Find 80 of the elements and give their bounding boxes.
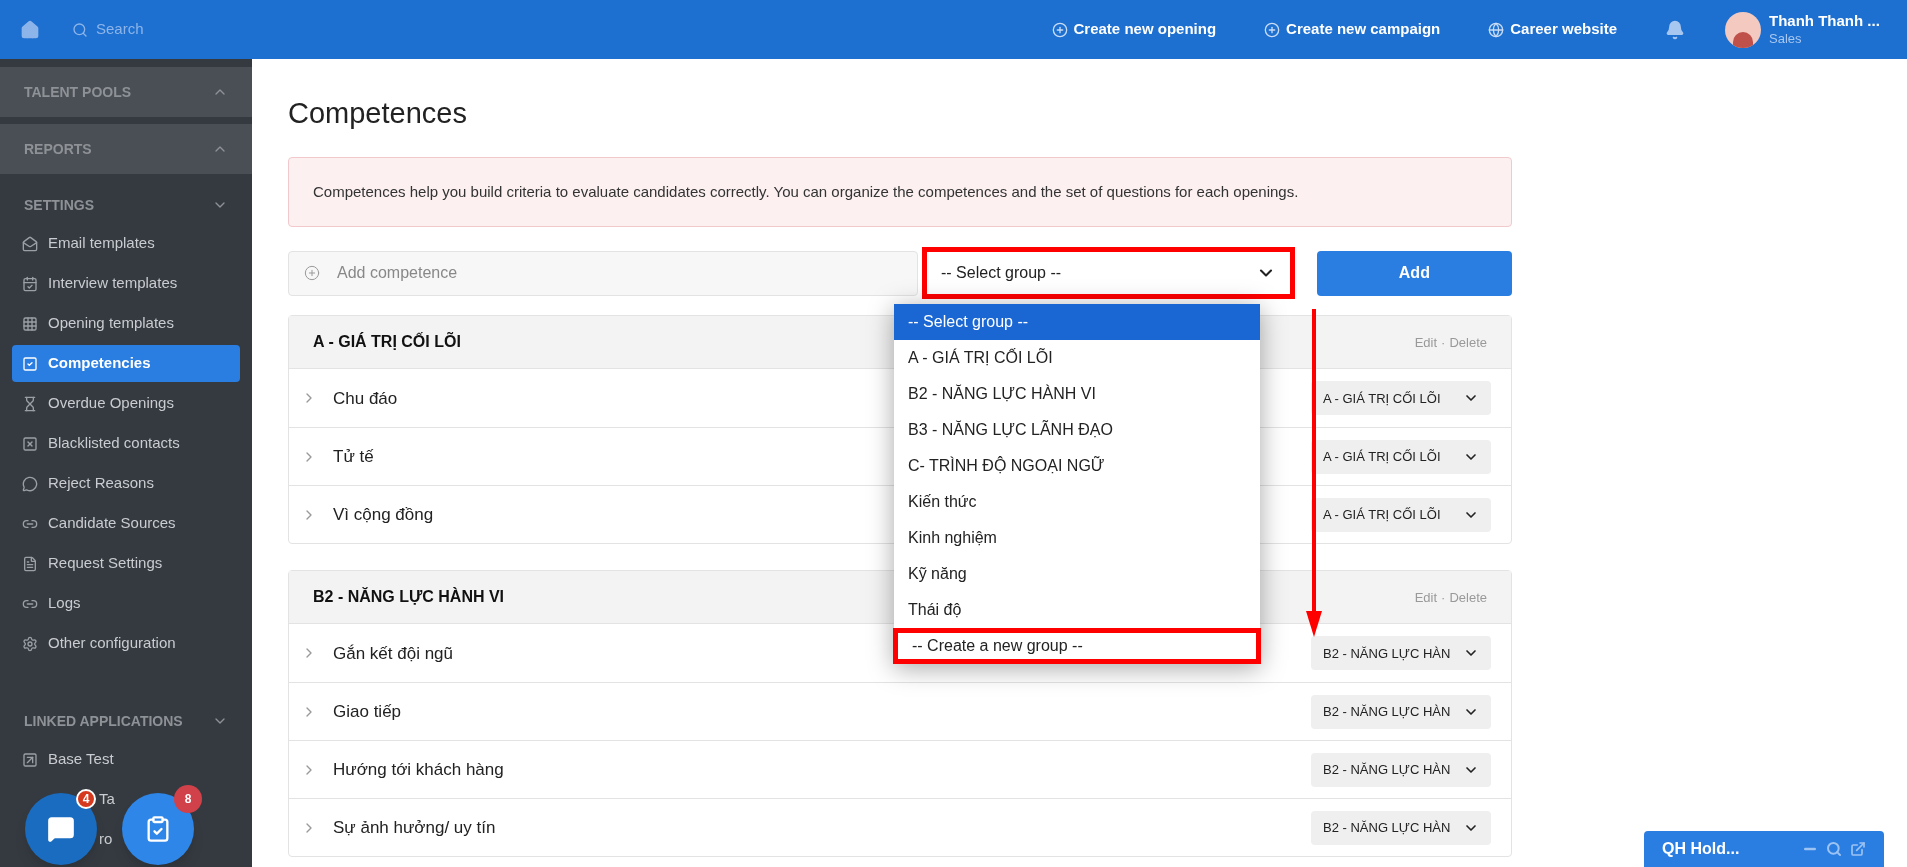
sidebar-item[interactable]: Candidate Sources bbox=[12, 505, 240, 542]
group-title: B2 - NĂNG LỰC HÀNH VI bbox=[313, 586, 505, 608]
header-link[interactable]: Create new opening bbox=[1051, 18, 1217, 41]
header-link[interactable]: Create new campaign bbox=[1264, 18, 1441, 41]
sidebar-item-icon bbox=[22, 475, 38, 492]
sidebar-item[interactable]: Base Test bbox=[12, 741, 240, 778]
competence-name: Hướng tới khách hàng bbox=[333, 759, 504, 781]
chat-window-title: QH Hold... bbox=[1662, 839, 1741, 859]
competence-name: Gắn kết đội ngũ bbox=[333, 642, 454, 665]
globe-icon bbox=[1488, 21, 1505, 38]
plus-circle-icon bbox=[304, 264, 320, 281]
add-competence-field[interactable]: Add competence bbox=[288, 250, 918, 296]
sidebar-item-icon bbox=[22, 275, 38, 292]
separator-dot: · bbox=[1441, 589, 1446, 605]
group-select[interactable]: B2 - NĂNG LỰC HÀN bbox=[1311, 636, 1491, 671]
dropdown-option[interactable]: B2 - NĂNG LỰC HÀNH VI bbox=[894, 376, 1260, 412]
home-icon[interactable] bbox=[20, 19, 40, 40]
sidebar-item[interactable]: Overdue Openings bbox=[12, 385, 240, 422]
dropdown-option[interactable]: C- TRÌNH ĐỘ NGOẠI NGỮ bbox=[894, 448, 1260, 484]
sidebar-item-icon bbox=[22, 751, 38, 768]
sidebar-item[interactable]: Request Settings bbox=[12, 545, 240, 582]
group-select[interactable]: B2 - NĂNG LỰC HÀN bbox=[1311, 752, 1491, 787]
group-select[interactable]: B2 - NĂNG LỰC HÀN bbox=[1311, 694, 1491, 729]
group-title: A - GIÁ TRỊ CỐI LÕI bbox=[313, 331, 461, 353]
search-icon bbox=[72, 21, 88, 38]
sidebar-item[interactable]: Ta bbox=[99, 788, 115, 811]
separator-dot: · bbox=[1441, 334, 1446, 350]
dropdown-option[interactable]: Kỹ năng bbox=[894, 556, 1260, 592]
group-select[interactable]: A - GIÁ TRỊ CỐI LÕI bbox=[1311, 381, 1491, 416]
plus-circle-icon bbox=[1051, 21, 1068, 38]
chat-window-bar[interactable]: QH Hold... bbox=[1644, 831, 1884, 867]
sidebar-item[interactable]: Opening templates bbox=[12, 305, 240, 342]
dropdown-option[interactable]: A - GIÁ TRỊ CỐI LÕI bbox=[894, 340, 1260, 376]
sidebar-item[interactable]: Interview templates bbox=[12, 265, 240, 302]
dropdown-option[interactable]: -- Create a new group -- bbox=[893, 628, 1261, 664]
dropdown-option[interactable]: B3 - NĂNG LỰC LÃNH ĐẠO bbox=[894, 412, 1260, 448]
user-role: Sales bbox=[1769, 30, 1803, 47]
sidebar-section-header[interactable]: SETTINGS bbox=[0, 185, 252, 225]
competence-name: Sự ảnh hưởng/ uy tín bbox=[333, 817, 496, 839]
competence-name: Giao tiếp bbox=[333, 701, 402, 723]
sidebar-item-icon bbox=[22, 235, 38, 252]
dropdown-option[interactable]: Kiến thức bbox=[894, 484, 1260, 520]
sidebar-item-icon bbox=[22, 555, 38, 572]
sidebar-section-header[interactable]: LINKED APPLICATIONS bbox=[0, 701, 252, 741]
bell-icon[interactable] bbox=[1665, 19, 1685, 40]
sidebar-item[interactable]: Blacklisted contacts bbox=[12, 425, 240, 462]
sidebar-item[interactable]: Other configuration bbox=[12, 625, 240, 662]
search-icon[interactable] bbox=[1826, 841, 1842, 857]
sidebar-item[interactable]: Reject Reasons bbox=[12, 465, 240, 502]
dropdown-option[interactable]: -- Select group -- bbox=[894, 304, 1260, 340]
sidebar-item-icon bbox=[22, 315, 38, 332]
sidebar-item[interactable]: ro bbox=[99, 828, 113, 851]
header-link[interactable]: Career website bbox=[1488, 18, 1617, 41]
sidebar-item-icon bbox=[22, 635, 38, 652]
group-dropdown[interactable]: -- Select group -- bbox=[922, 247, 1295, 300]
sidebar-item-icon bbox=[22, 355, 38, 372]
sidebar-item[interactable]: Email templates bbox=[12, 225, 240, 262]
competence-name: Tử tế bbox=[333, 446, 374, 468]
plus-circle-icon bbox=[1264, 21, 1281, 38]
chat-icon bbox=[47, 815, 75, 843]
dropdown-option[interactable]: Kinh nghiệm bbox=[894, 520, 1260, 556]
dropdown-option[interactable]: Thái độ bbox=[894, 592, 1260, 628]
info-message: Competences help you build criteria to evaluate candidates correctly. You can organize the competences and the set of questions for each openings. bbox=[288, 157, 1512, 228]
page-title: Competences bbox=[288, 96, 468, 131]
badge-count: 4 bbox=[76, 789, 96, 809]
sidebar-item-icon bbox=[22, 435, 38, 452]
search-field[interactable]: Search bbox=[96, 18, 246, 41]
group-select[interactable]: A - GIÁ TRỊ CỐI LÕI bbox=[1311, 439, 1491, 474]
competence-name: Vì cộng đồng bbox=[333, 504, 434, 526]
competence-name: Chu đáo bbox=[333, 387, 398, 410]
user-name: Thanh Thanh ... bbox=[1769, 12, 1881, 31]
badge-count: 8 bbox=[174, 785, 202, 813]
group-select[interactable]: A - GIÁ TRỊ CỐI LÕI bbox=[1311, 497, 1491, 532]
add-button[interactable]: Add bbox=[1316, 250, 1512, 296]
sidebar-item[interactable]: Logs bbox=[12, 585, 240, 622]
avatar[interactable] bbox=[1725, 11, 1761, 48]
group-select[interactable]: B2 - NĂNG LỰC HÀN bbox=[1311, 810, 1491, 845]
external-link-icon[interactable] bbox=[1850, 841, 1866, 857]
sidebar-item-icon bbox=[22, 395, 38, 412]
sidebar-item[interactable]: Competencies bbox=[12, 345, 240, 382]
